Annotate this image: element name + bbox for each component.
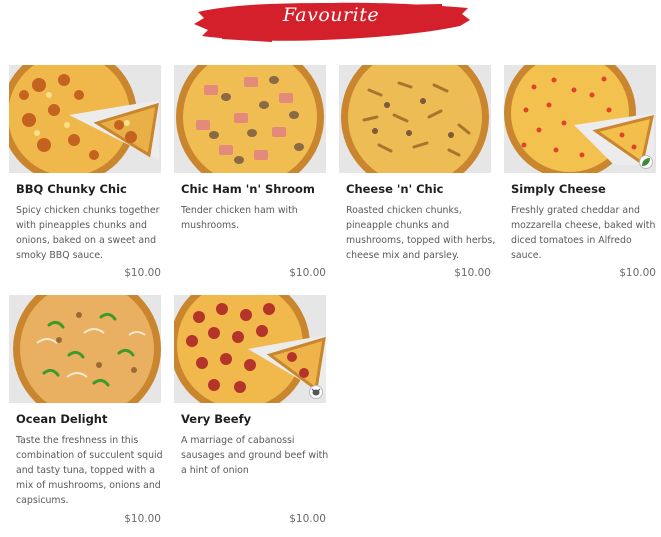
item-price: $10.00 — [619, 267, 656, 279]
menu-card-very-beefy[interactable]: Very Beefy A marriage of cabanossi sausa… — [174, 295, 328, 525]
menu-card-simply-cheese[interactable]: Simply Cheese Freshly grated cheddar and… — [504, 65, 656, 279]
beef-icon — [309, 385, 323, 399]
item-name: Very Beefy — [181, 412, 252, 426]
menu-card-bbq-chunky-chic[interactable]: BBQ Chunky Chic Spicy chicken chunks tog… — [9, 65, 161, 279]
item-description: Spicy chicken chunks together with pinea… — [16, 205, 160, 261]
menu-card-cheese-n-chic[interactable]: Cheese 'n' Chic Roasted chicken chunks, … — [339, 65, 495, 279]
pizza-image — [174, 295, 326, 403]
item-price: $10.00 — [124, 267, 161, 279]
pizza-image — [9, 65, 161, 173]
item-description: Taste the freshness in this combination … — [16, 435, 163, 506]
menu-card-ocean-delight[interactable]: Ocean Delight Taste the freshness in thi… — [9, 295, 163, 525]
pizza-image — [9, 295, 161, 403]
item-name: Chic Ham 'n' Shroom — [181, 182, 315, 196]
vegetarian-leaf-icon — [639, 155, 653, 169]
item-description: Roasted chicken chunks, pineapple chunks… — [346, 205, 496, 261]
item-name: Ocean Delight — [16, 412, 108, 426]
menu-card-chic-ham-n-shroom[interactable]: Chic Ham 'n' Shroom Tender chicken ham w… — [174, 65, 326, 279]
item-price: $10.00 — [454, 267, 491, 279]
item-name: Cheese 'n' Chic — [346, 182, 444, 196]
pizza-image — [174, 65, 326, 173]
pizza-image — [339, 65, 491, 173]
pizza-image — [504, 65, 656, 173]
item-name: Simply Cheese — [511, 182, 606, 196]
item-description: A marriage of cabanossi sausages and gro… — [181, 435, 329, 476]
item-price: $10.00 — [289, 267, 326, 279]
section-banner: Favourite — [192, 0, 470, 44]
item-price: $10.00 — [124, 513, 161, 525]
item-description: Tender chicken ham with mushrooms. — [181, 205, 298, 231]
item-name: BBQ Chunky Chic — [16, 182, 127, 196]
item-price: $10.00 — [289, 513, 326, 525]
page-title: Favourite — [282, 4, 380, 26]
item-description: Freshly grated cheddar and mozzarella ch… — [511, 205, 656, 261]
